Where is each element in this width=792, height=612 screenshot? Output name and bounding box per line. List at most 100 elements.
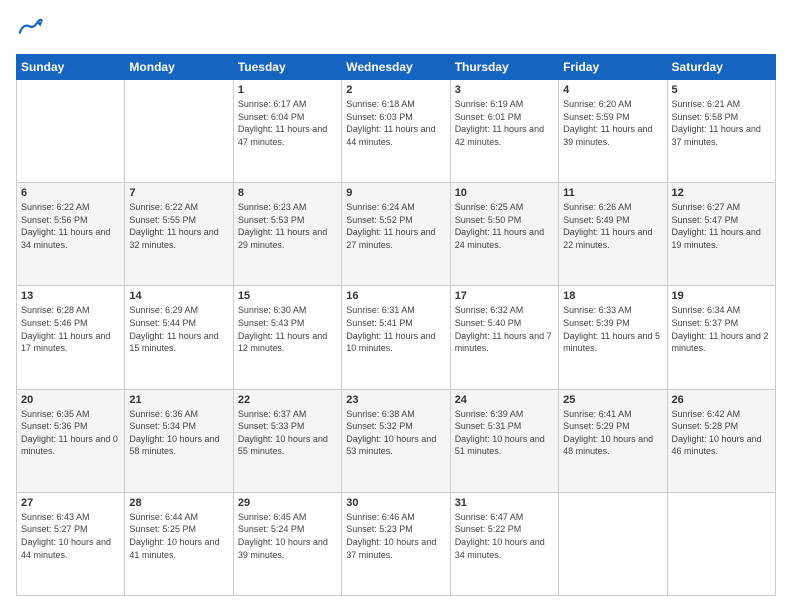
calendar-cell: 13 Sunrise: 6:28 AMSunset: 5:46 PMDayligh… — [17, 286, 125, 389]
day-number: 20 — [21, 394, 120, 406]
calendar-cell: 29 Sunrise: 6:45 AMSunset: 5:24 PMDayligh… — [233, 492, 341, 595]
calendar-cell: 8 Sunrise: 6:23 AMSunset: 5:53 PMDaylight… — [233, 183, 341, 286]
day-number: 5 — [672, 84, 771, 96]
calendar-cell: 25 Sunrise: 6:41 AMSunset: 5:29 PMDayligh… — [559, 389, 667, 492]
day-number: 25 — [563, 394, 662, 406]
day-info: Sunrise: 6:20 AMSunset: 5:59 PMDaylight:… — [563, 98, 662, 148]
calendar-week-3: 13 Sunrise: 6:28 AMSunset: 5:46 PMDayligh… — [17, 286, 776, 389]
day-info: Sunrise: 6:22 AMSunset: 5:56 PMDaylight:… — [21, 201, 120, 251]
day-number: 23 — [346, 394, 445, 406]
day-info: Sunrise: 6:39 AMSunset: 5:31 PMDaylight:… — [455, 408, 554, 458]
calendar-cell: 2Sunrise: 6:18 AMSunset: 6:03 PMDaylight… — [342, 80, 450, 183]
weekday-header-wednesday: Wednesday — [342, 55, 450, 80]
calendar-cell: 20 Sunrise: 6:35 AMSunset: 5:36 PMDayligh… — [17, 389, 125, 492]
day-info: Sunrise: 6:31 AMSunset: 5:41 PMDaylight:… — [346, 304, 445, 354]
calendar-cell: 4 Sunrise: 6:20 AMSunset: 5:59 PMDaylight… — [559, 80, 667, 183]
day-info: Sunrise: 6:28 AMSunset: 5:46 PMDaylight:… — [21, 304, 120, 354]
day-number: 11 — [563, 187, 662, 199]
day-info: Sunrise: 6:33 AMSunset: 5:39 PMDaylight:… — [563, 304, 662, 354]
day-number: 22 — [238, 394, 337, 406]
day-number: 8 — [238, 187, 337, 199]
calendar-cell: 9Sunrise: 6:24 AMSunset: 5:52 PMDaylight… — [342, 183, 450, 286]
weekday-header-friday: Friday — [559, 55, 667, 80]
weekday-header-tuesday: Tuesday — [233, 55, 341, 80]
day-number: 18 — [563, 290, 662, 302]
calendar-cell: 18 Sunrise: 6:33 AMSunset: 5:39 PMDayligh… — [559, 286, 667, 389]
calendar-cell: 28 Sunrise: 6:44 AMSunset: 5:25 PMDayligh… — [125, 492, 233, 595]
day-number: 6 — [21, 187, 120, 199]
calendar-cell — [667, 492, 775, 595]
logo-icon — [16, 16, 44, 44]
calendar-cell — [559, 492, 667, 595]
calendar-cell: 24 Sunrise: 6:39 AMSunset: 5:31 PMDayligh… — [450, 389, 558, 492]
day-number: 10 — [455, 187, 554, 199]
day-number: 19 — [672, 290, 771, 302]
calendar-cell: 26Sunrise: 6:42 AMSunset: 5:28 PMDayligh… — [667, 389, 775, 492]
day-info: Sunrise: 6:32 AMSunset: 5:40 PMDaylight:… — [455, 304, 554, 354]
day-info: Sunrise: 6:25 AMSunset: 5:50 PMDaylight:… — [455, 201, 554, 251]
day-info: Sunrise: 6:36 AMSunset: 5:34 PMDaylight:… — [129, 408, 228, 458]
calendar-cell — [17, 80, 125, 183]
day-info: Sunrise: 6:22 AMSunset: 5:55 PMDaylight:… — [129, 201, 228, 251]
calendar-cell: 6 Sunrise: 6:22 AMSunset: 5:56 PMDaylight… — [17, 183, 125, 286]
day-info: Sunrise: 6:46 AMSunset: 5:23 PMDaylight:… — [346, 511, 445, 561]
day-number: 13 — [21, 290, 120, 302]
calendar-cell: 10 Sunrise: 6:25 AMSunset: 5:50 PMDayligh… — [450, 183, 558, 286]
calendar-cell: 7 Sunrise: 6:22 AMSunset: 5:55 PMDaylight… — [125, 183, 233, 286]
calendar-table: SundayMondayTuesdayWednesdayThursdayFrid… — [16, 54, 776, 596]
day-info: Sunrise: 6:30 AMSunset: 5:43 PMDaylight:… — [238, 304, 337, 354]
day-info: Sunrise: 6:37 AMSunset: 5:33 PMDaylight:… — [238, 408, 337, 458]
day-number: 15 — [238, 290, 337, 302]
day-number: 24 — [455, 394, 554, 406]
day-number: 26 — [672, 394, 771, 406]
day-number: 1 — [238, 84, 337, 96]
day-info: Sunrise: 6:38 AMSunset: 5:32 PMDaylight:… — [346, 408, 445, 458]
day-info: Sunrise: 6:35 AMSunset: 5:36 PMDaylight:… — [21, 408, 120, 458]
day-number: 4 — [563, 84, 662, 96]
day-info: Sunrise: 6:41 AMSunset: 5:29 PMDaylight:… — [563, 408, 662, 458]
calendar-cell: 12Sunrise: 6:27 AMSunset: 5:47 PMDayligh… — [667, 183, 775, 286]
day-info: Sunrise: 6:43 AMSunset: 5:27 PMDaylight:… — [21, 511, 120, 561]
day-info: Sunrise: 6:21 AMSunset: 5:58 PMDaylight:… — [672, 98, 771, 148]
day-number: 31 — [455, 497, 554, 509]
calendar-cell: 31Sunrise: 6:47 AMSunset: 5:22 PMDayligh… — [450, 492, 558, 595]
page-container: SundayMondayTuesdayWednesdayThursdayFrid… — [0, 0, 792, 612]
calendar-week-1: 1Sunrise: 6:17 AMSunset: 6:04 PMDaylight… — [17, 80, 776, 183]
calendar-header: SundayMondayTuesdayWednesdayThursdayFrid… — [17, 55, 776, 80]
calendar-week-2: 6 Sunrise: 6:22 AMSunset: 5:56 PMDaylight… — [17, 183, 776, 286]
calendar-cell: 3Sunrise: 6:19 AMSunset: 6:01 PMDaylight… — [450, 80, 558, 183]
day-number: 17 — [455, 290, 554, 302]
day-number: 7 — [129, 187, 228, 199]
day-number: 21 — [129, 394, 228, 406]
day-number: 28 — [129, 497, 228, 509]
day-number: 30 — [346, 497, 445, 509]
day-info: Sunrise: 6:34 AMSunset: 5:37 PMDaylight:… — [672, 304, 771, 354]
calendar-cell: 23 Sunrise: 6:38 AMSunset: 5:32 PMDayligh… — [342, 389, 450, 492]
calendar-cell — [125, 80, 233, 183]
day-number: 16 — [346, 290, 445, 302]
day-number: 2 — [346, 84, 445, 96]
calendar-cell: 16 Sunrise: 6:31 AMSunset: 5:41 PMDayligh… — [342, 286, 450, 389]
day-info: Sunrise: 6:29 AMSunset: 5:44 PMDaylight:… — [129, 304, 228, 354]
day-info: Sunrise: 6:19 AMSunset: 6:01 PMDaylight:… — [455, 98, 554, 148]
weekday-header-thursday: Thursday — [450, 55, 558, 80]
day-info: Sunrise: 6:26 AMSunset: 5:49 PMDaylight:… — [563, 201, 662, 251]
day-number: 9 — [346, 187, 445, 199]
calendar-cell: 1Sunrise: 6:17 AMSunset: 6:04 PMDaylight… — [233, 80, 341, 183]
calendar-cell: 27 Sunrise: 6:43 AMSunset: 5:27 PMDayligh… — [17, 492, 125, 595]
day-info: Sunrise: 6:23 AMSunset: 5:53 PMDaylight:… — [238, 201, 337, 251]
calendar-cell: 22 Sunrise: 6:37 AMSunset: 5:33 PMDayligh… — [233, 389, 341, 492]
logo — [16, 16, 48, 44]
calendar-body: 1Sunrise: 6:17 AMSunset: 6:04 PMDaylight… — [17, 80, 776, 596]
day-info: Sunrise: 6:45 AMSunset: 5:24 PMDaylight:… — [238, 511, 337, 561]
calendar-cell: 5 Sunrise: 6:21 AMSunset: 5:58 PMDaylight… — [667, 80, 775, 183]
weekday-header-sunday: Sunday — [17, 55, 125, 80]
day-info: Sunrise: 6:44 AMSunset: 5:25 PMDaylight:… — [129, 511, 228, 561]
day-number: 29 — [238, 497, 337, 509]
calendar-cell: 14Sunrise: 6:29 AMSunset: 5:44 PMDayligh… — [125, 286, 233, 389]
calendar-cell: 11 Sunrise: 6:26 AMSunset: 5:49 PMDayligh… — [559, 183, 667, 286]
day-number: 27 — [21, 497, 120, 509]
weekday-header-monday: Monday — [125, 55, 233, 80]
calendar-cell: 17 Sunrise: 6:32 AMSunset: 5:40 PMDayligh… — [450, 286, 558, 389]
calendar-cell: 19 Sunrise: 6:34 AMSunset: 5:37 PMDayligh… — [667, 286, 775, 389]
